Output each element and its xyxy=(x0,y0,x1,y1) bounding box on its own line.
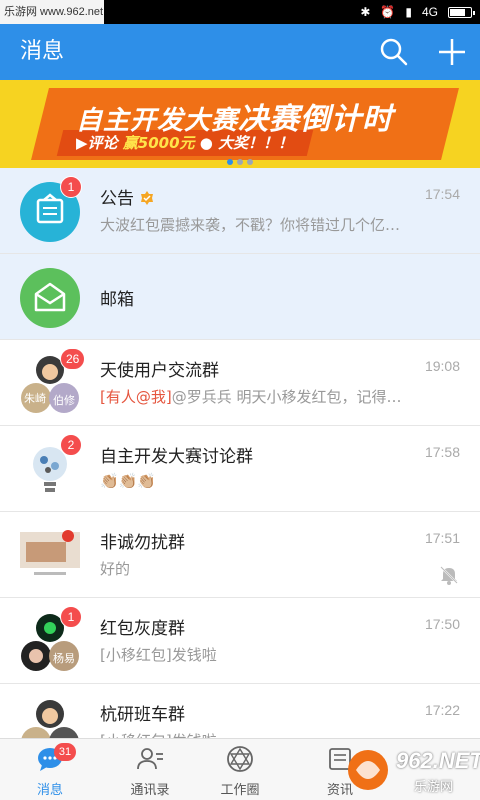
conversation-name: 红包灰度群 xyxy=(100,619,185,639)
conversation-preview: 大波红包震撼来袭，不戳？你将错过几个亿… xyxy=(100,216,401,234)
conversation-name: 邮箱 xyxy=(100,290,134,310)
mute-bell-icon xyxy=(440,566,458,585)
conversation-row-mail[interactable]: 邮箱 xyxy=(0,254,480,340)
conversation-time: 17:58 xyxy=(424,444,460,460)
conversation-row[interactable]: 朱崎 伯修 26 天使用户交流群 19:08 [有人@我]@罗兵兵 明天小移发红… xyxy=(0,340,480,426)
watermark-sub: 乐游网 xyxy=(414,780,454,795)
alarm-icon: ⏰ xyxy=(380,5,396,19)
pager-dot xyxy=(237,159,243,165)
conversation-preview: 好的 xyxy=(100,560,131,578)
conversation-row[interactable]: 杨易 1 红包灰度群 17:50 [小移红包]发钱啦 xyxy=(0,598,480,684)
plus-icon[interactable] xyxy=(434,34,470,70)
conversation-name-text: 公告 xyxy=(100,189,134,209)
tab-badge: 31 xyxy=(54,743,76,761)
status-icons: ✱ ⏰ ▮ 4G xyxy=(360,0,475,24)
conversation-preview: [小移红包]发钱啦 xyxy=(100,646,217,664)
conversation-name: 杭研班车群 xyxy=(100,705,185,725)
contacts-icon xyxy=(137,748,163,770)
tab-workcircle[interactable]: 工作圈 xyxy=(190,739,290,800)
banner-sub-part1: ▶评论 xyxy=(76,134,118,152)
book-photo-image xyxy=(20,530,80,575)
promo-banner[interactable]: 自主开发大赛决赛倒计时 ▶评论 赢5000元 ● 大奖！！！ xyxy=(0,80,480,168)
conversation-row[interactable]: 非诚勿扰群 17:51 好的 xyxy=(0,512,480,598)
conversation-row[interactable]: 2 自主开发大赛讨论群 17:58 👏🏼👏🏼👏🏼 xyxy=(0,426,480,512)
conversation-name: 自主开发大赛讨论群 xyxy=(100,447,253,467)
signal-icon: ▮ xyxy=(405,5,412,19)
tab-label: 通讯录 xyxy=(130,783,170,798)
unread-badge: 2 xyxy=(60,434,82,456)
pager-dot xyxy=(227,159,233,165)
tab-label: 工作圈 xyxy=(220,783,260,798)
banner-subtitle: ▶评论 赢5000元 ● 大奖！！！ xyxy=(76,132,293,153)
conversation-name: 非诚勿扰群 xyxy=(100,533,185,553)
banner-pager xyxy=(0,159,480,165)
conversation-row-notice[interactable]: 1 公告 17:54 大波红包震撼来袭，不戳？你将错过几个亿… xyxy=(0,168,480,254)
conversation-time: 19:08 xyxy=(424,358,460,374)
conversation-time: 17:22 xyxy=(424,702,460,718)
tab-messages[interactable]: 31 消息 xyxy=(0,739,100,800)
pager-dot xyxy=(247,159,253,165)
search-icon[interactable] xyxy=(376,34,412,70)
conversation-time: 17:51 xyxy=(424,530,460,546)
banner-sub-highlight: 赢5000元 xyxy=(122,134,195,152)
group-avatar xyxy=(20,526,80,586)
conversation-name: 天使用户交流群 xyxy=(100,361,219,381)
conversation-preview: [有人@我]@罗兵兵 明天小移发红包，记得… xyxy=(100,386,420,407)
conversation-name: 公告 xyxy=(100,184,154,209)
coin-icon: ● xyxy=(199,134,213,152)
battery-icon xyxy=(448,6,475,18)
preview-text: @罗兵兵 明天小移发红包，记得… xyxy=(171,388,402,406)
banner-sub-part2: 大奖！！！ xyxy=(218,134,294,152)
member-a-label: 朱崎 xyxy=(24,392,46,405)
conversation-preview: 👏🏼👏🏼👏🏼 xyxy=(100,472,157,490)
member-b-label: 伯修 xyxy=(53,394,75,407)
page-title: 消息 xyxy=(20,39,65,64)
avatar xyxy=(20,268,80,328)
conversation-list: 1 公告 17:54 大波红包震撼来袭，不戳？你将错过几个亿… 邮箱 朱崎 伯修… xyxy=(0,168,480,770)
verified-icon xyxy=(141,191,153,205)
bluetooth-icon: ✱ xyxy=(360,5,371,19)
status-bar: 乐游网 www.962.net ✱ ⏰ ▮ 4G xyxy=(0,0,480,24)
mail-icon xyxy=(34,282,66,312)
member-b-label: 杨易 xyxy=(53,652,75,665)
unread-badge: 1 xyxy=(60,606,82,628)
mention-tag: [有人@我] xyxy=(100,388,172,406)
conversation-time: 17:50 xyxy=(424,616,460,632)
watermark-top: 乐游网 www.962.net xyxy=(0,0,104,24)
unread-badge: 1 xyxy=(60,176,82,198)
tab-contacts[interactable]: 通讯录 xyxy=(100,739,200,800)
watermark-brand: 962.NET xyxy=(396,748,480,773)
app-bar: 消息 xyxy=(0,24,480,80)
unread-badge: 26 xyxy=(60,348,86,370)
conversation-time: 17:54 xyxy=(424,186,460,202)
network-label: 4G xyxy=(421,5,438,19)
tab-label: 消息 xyxy=(36,783,63,798)
workcircle-icon xyxy=(227,746,253,772)
